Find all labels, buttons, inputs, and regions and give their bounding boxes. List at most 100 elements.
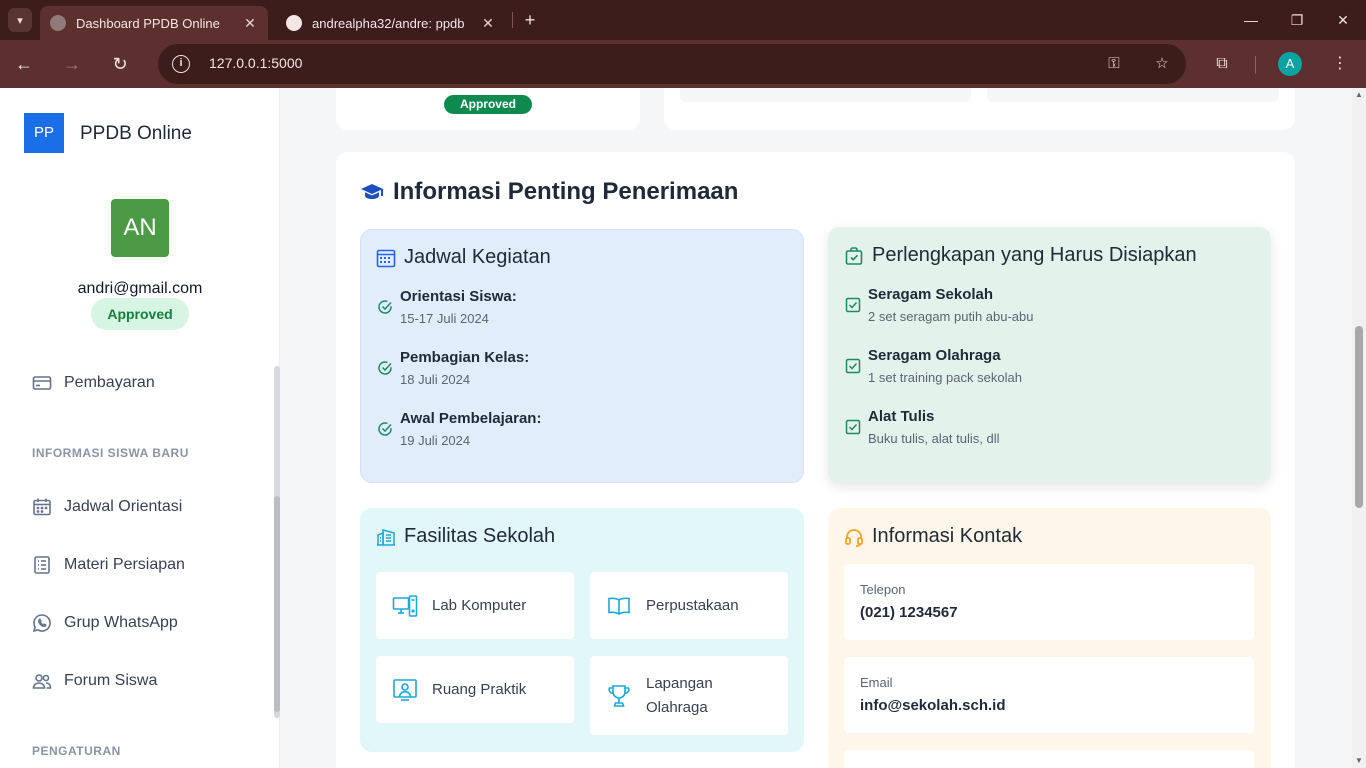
sidebar-item-label: Forum Siswa	[64, 672, 158, 689]
sidebar: PP PPDB Online AN andri@gmail.com Approv…	[0, 88, 280, 768]
credit-card-icon	[32, 373, 52, 393]
tab-divider	[512, 12, 513, 28]
facility-card: Ruang Praktik	[376, 656, 574, 723]
extensions-icon[interactable]: ⧉	[1210, 52, 1234, 76]
minimize-button[interactable]: —	[1236, 8, 1266, 32]
tab-github[interactable]: andrealpha32/andre: ppdb ✕	[276, 6, 506, 40]
reload-button[interactable]: ↻	[108, 52, 132, 76]
schedule-title: Jadwal Kegiatan	[376, 246, 551, 269]
sidebar-item-grup-whatsapp[interactable]: Grup WhatsApp	[32, 610, 178, 636]
schedule-item-label: Pembagian Kelas:	[400, 349, 530, 366]
sidebar-section-settings: PENGATURAN	[32, 744, 121, 758]
schedule-item-value: 19 Juli 2024	[400, 433, 471, 448]
equipment-title-text: Perlengkapan yang Harus Disiapkan	[872, 244, 1197, 266]
tab-dashboard[interactable]: Dashboard PPDB Online ✕	[40, 6, 268, 40]
contact-value[interactable]: info@sekolah.sch.id	[860, 697, 1006, 714]
equipment-item-label: Seragam Sekolah	[868, 286, 994, 303]
check-square-icon	[845, 297, 861, 313]
sidebar-item-jadwal-orientasi[interactable]: Jadwal Orientasi	[32, 494, 182, 520]
facility-label: Perpustakaan	[646, 597, 739, 614]
presentation-icon	[392, 677, 418, 703]
github-icon	[286, 15, 302, 31]
detail-field	[987, 88, 1279, 102]
window-close-button[interactable]: ✕	[1328, 8, 1358, 32]
facility-card: Lapangan Olahraga	[590, 656, 788, 735]
detail-field	[680, 88, 971, 102]
back-button[interactable]: ←	[12, 52, 36, 76]
building-icon	[376, 527, 396, 547]
tab-title: Dashboard PPDB Online	[76, 15, 220, 31]
close-icon[interactable]: ✕	[480, 15, 496, 32]
globe-icon	[50, 15, 66, 31]
user-email: andri@gmail.com	[77, 280, 203, 297]
tab-search-button[interactable]: ▾	[8, 8, 32, 32]
schedule-item-value: 18 Juli 2024	[400, 372, 471, 387]
profile-avatar[interactable]: A	[1278, 52, 1302, 76]
url-text[interactable]: 127.0.0.1:5000	[209, 55, 302, 71]
calendar-icon	[376, 248, 396, 268]
sidebar-item-label: Jadwal Orientasi	[64, 498, 183, 515]
scroll-up-arrow-icon[interactable]: ▲	[1352, 88, 1366, 102]
sidebar-item-pembayaran[interactable]: Pembayaran	[32, 370, 155, 396]
check-circle-icon	[378, 422, 392, 436]
status-badge: Approved	[91, 298, 189, 330]
schedule-title-text: Jadwal Kegiatan	[404, 246, 551, 268]
equipment-item-value: 1 set training pack sekolah	[868, 370, 1022, 385]
brand-name[interactable]: PPDB Online	[80, 123, 192, 145]
toolbar-divider	[1255, 56, 1256, 74]
close-icon[interactable]: ✕	[242, 15, 258, 32]
password-key-icon[interactable]: ⚿	[1104, 54, 1124, 74]
address-bar[interactable]: i 127.0.0.1:5000 ⚿ ☆	[158, 44, 1186, 84]
sidebar-item-forum-siswa[interactable]: Forum Siswa	[32, 668, 157, 694]
facility-label: Lab Komputer	[432, 597, 527, 614]
info-title-text: Informasi Penting Penerimaan	[393, 178, 739, 205]
clipboard-check-icon	[844, 246, 864, 266]
equipment-item-value: 2 set seragam putih abu-abu	[868, 309, 1034, 324]
calendar-icon	[32, 497, 52, 517]
info-title: Informasi Penting Penerimaan	[360, 178, 738, 206]
equipment-item-value: Buku tulis, alat tulis, dll	[868, 431, 1000, 446]
facility-card: Lab Komputer	[376, 572, 574, 639]
check-circle-icon	[378, 300, 392, 314]
new-tab-button[interactable]: +	[520, 8, 540, 32]
summary-card-details	[664, 88, 1295, 130]
browser-toolbar: ← → ↻ i 127.0.0.1:5000 ⚿ ☆ ⧉ A ⋮	[0, 40, 1366, 88]
forward-button[interactable]: →	[60, 52, 84, 76]
contact-value[interactable]: (021) 1234567	[860, 604, 958, 621]
user-avatar: AN	[111, 199, 169, 257]
site-info-icon[interactable]: i	[172, 55, 190, 73]
facilities-title: Fasilitas Sekolah	[376, 525, 555, 548]
scroll-down-arrow-icon[interactable]: ▼	[1352, 754, 1366, 768]
contact-item-phone: Telepon (021) 1234567	[844, 564, 1254, 640]
contact-label: Email	[860, 675, 893, 690]
check-square-icon	[845, 419, 861, 435]
status-badge: Approved	[444, 95, 532, 114]
sidebar-item-materi-persiapan[interactable]: Materi Persiapan	[32, 552, 185, 578]
contact-title-text: Informasi Kontak	[872, 525, 1023, 547]
sidebar-item-label: Grup WhatsApp	[64, 614, 178, 631]
sidebar-item-label: Pembayaran	[64, 374, 155, 391]
equipment-item-label: Alat Tulis	[868, 408, 935, 425]
computer-icon	[392, 593, 418, 619]
schedule-item-label: Orientasi Siswa:	[400, 288, 517, 305]
contact-item-partial	[844, 750, 1254, 768]
menu-kebab-icon[interactable]: ⋮	[1328, 52, 1352, 76]
sidebar-scrollbar-thumb[interactable]	[274, 496, 280, 712]
bookmark-star-icon[interactable]: ☆	[1152, 54, 1172, 74]
equipment-title: Perlengkapan yang Harus Disiapkan	[844, 244, 1197, 267]
page-scrollbar-thumb[interactable]	[1355, 326, 1363, 508]
restore-button[interactable]: ❐	[1282, 8, 1312, 32]
document-list-icon	[32, 555, 52, 575]
facilities-title-text: Fasilitas Sekolah	[404, 525, 556, 547]
page-viewport: PP PPDB Online AN andri@gmail.com Approv…	[0, 88, 1366, 768]
facility-label: Lapangan Olahraga	[646, 674, 713, 716]
whatsapp-icon	[32, 613, 52, 633]
check-square-icon	[845, 358, 861, 374]
tab-title: andrealpha32/andre: ppdb	[312, 15, 465, 31]
equipment-item-label: Seragam Olahraga	[868, 347, 1001, 364]
schedule-item-label: Awal Pembelajaran:	[400, 410, 542, 427]
brand-logo[interactable]: PP	[24, 113, 64, 153]
facility-card: Perpustakaan	[590, 572, 788, 639]
sidebar-section-info: INFORMASI SISWA BARU	[32, 446, 189, 460]
summary-card-status: Approved	[336, 88, 640, 130]
